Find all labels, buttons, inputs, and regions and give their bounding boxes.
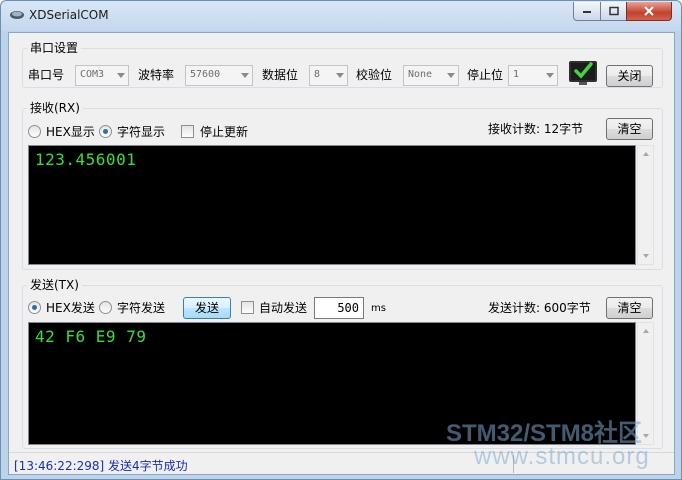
parity-label: 校验位 [356, 68, 393, 82]
scroll-up-icon[interactable] [643, 152, 649, 156]
close-icon [644, 6, 654, 16]
stop-update-label[interactable]: 停止更新 [200, 125, 248, 139]
scroll-up-icon[interactable] [643, 329, 649, 333]
hex-send-label[interactable]: HEX发送 [46, 301, 95, 315]
chevron-down-icon [546, 73, 554, 78]
serial-plug-icon [10, 11, 24, 19]
chevron-down-icon [241, 73, 249, 78]
title-bar[interactable]: XDSerialCOM [1, 1, 681, 31]
stopbits-select-value: 1 [513, 69, 520, 80]
watermark-url: www.stmcu.org [474, 443, 650, 470]
receive-content: 123.456001 [35, 150, 137, 169]
auto-send-label[interactable]: 自动发送 [259, 301, 307, 315]
client-area: 串口设置 串口号 COM3 波特率 57600 数据位 8 校验位 None 停… [8, 32, 675, 475]
parity-select-value: None [408, 69, 433, 80]
databits-select[interactable]: 8 [309, 65, 348, 86]
interval-unit: ms [371, 303, 386, 314]
baud-label: 波特率 [138, 68, 175, 82]
hex-display-radio[interactable] [28, 125, 41, 138]
minimize-button[interactable] [573, 2, 601, 21]
send-clear-button[interactable]: 清空 [606, 297, 653, 319]
char-send-label[interactable]: 字符发送 [117, 301, 165, 315]
chevron-down-icon [117, 73, 125, 78]
send-legend: 发送(TX) [27, 278, 82, 292]
receive-legend: 接收(RX) [27, 101, 83, 115]
stopbits-label: 停止位 [467, 68, 504, 82]
interval-input[interactable]: 500 [314, 297, 364, 319]
port-settings-legend: 串口设置 [27, 41, 82, 55]
chevron-down-icon [447, 73, 455, 78]
send-button[interactable]: 发送 [183, 297, 231, 319]
scroll-down-icon[interactable] [643, 254, 649, 258]
receive-clear-button[interactable]: 清空 [606, 118, 653, 140]
status-message: [13:46:22:298] 发送4字节成功 [14, 459, 188, 473]
port-select[interactable]: COM3 [75, 65, 129, 86]
send-count: 发送计数: 600字节 [488, 301, 591, 315]
parity-select[interactable]: None [403, 65, 459, 86]
hex-display-label[interactable]: HEX显示 [46, 125, 95, 139]
connection-status-icon [569, 61, 597, 85]
maximize-icon [608, 6, 619, 16]
char-display-label[interactable]: 字符显示 [117, 125, 165, 139]
receive-count: 接收计数: 12字节 [488, 122, 584, 136]
databits-label: 数据位 [262, 68, 299, 82]
receive-scrollbar[interactable] [637, 145, 654, 265]
stop-update-checkbox[interactable] [181, 125, 194, 138]
baud-select-value: 57600 [190, 69, 221, 80]
app-window: XDSerialCOM 串口设置 串口号 COM3 波特率 57600 数据位 … [0, 0, 682, 480]
minimize-icon [583, 11, 591, 13]
chevron-down-icon [336, 73, 344, 78]
databits-select-value: 8 [314, 69, 321, 80]
close-port-button[interactable]: 关闭 [606, 65, 653, 87]
hex-send-radio[interactable] [28, 301, 41, 314]
maximize-button[interactable] [600, 2, 627, 21]
auto-send-checkbox[interactable] [241, 301, 254, 314]
receive-textarea[interactable]: 123.456001 [28, 145, 636, 265]
window-title: XDSerialCOM [29, 8, 109, 22]
port-select-value: COM3 [80, 69, 105, 80]
char-display-radio[interactable] [99, 125, 112, 138]
send-content: 42 F6 E9 79 [35, 327, 147, 346]
stopbits-select[interactable]: 1 [508, 65, 558, 86]
baud-select[interactable]: 57600 [185, 65, 253, 86]
port-label: 串口号 [28, 68, 65, 82]
char-send-radio[interactable] [99, 301, 112, 314]
close-window-button[interactable] [626, 2, 672, 21]
